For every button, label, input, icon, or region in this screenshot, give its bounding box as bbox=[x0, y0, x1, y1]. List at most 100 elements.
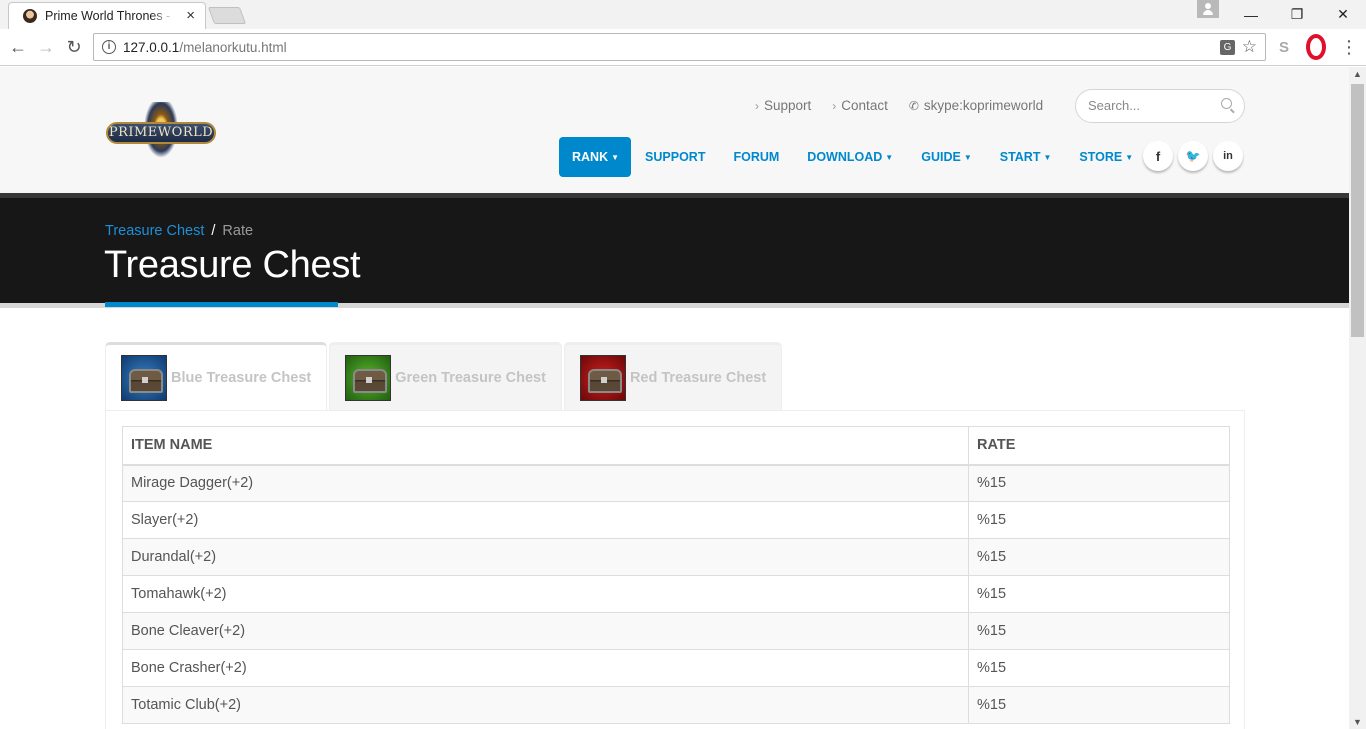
item-name-cell: Totamic Club(+2) bbox=[122, 686, 969, 724]
site-header: PRIMEWORLD › Support › Contact ✆ skype:kopr… bbox=[0, 67, 1349, 193]
chevron-right-icon: › bbox=[755, 99, 759, 113]
restore-button[interactable]: ❐ bbox=[1274, 0, 1320, 29]
forward-arrow-icon[interactable]: → bbox=[35, 36, 57, 58]
opera-extension-icon[interactable] bbox=[1306, 37, 1326, 57]
social-links: f 🐦 in bbox=[1143, 141, 1248, 171]
close-tab-icon[interactable]: × bbox=[186, 7, 195, 24]
item-name-cell: Durandal(+2) bbox=[122, 538, 969, 576]
rate-cell: %15 bbox=[968, 538, 1230, 576]
page-title: Treasure Chest bbox=[104, 244, 361, 286]
nav-item-store[interactable]: STORE ▼ bbox=[1065, 137, 1147, 177]
linkedin-icon[interactable]: in bbox=[1213, 141, 1243, 171]
chevron-right-icon: › bbox=[832, 99, 837, 113]
item-name-cell: Bone Crasher(+2) bbox=[122, 649, 969, 687]
breadcrumb: Treasure Chest / Rate bbox=[105, 223, 253, 239]
table-row: Bone Cleaver(+2) %15 bbox=[122, 612, 1230, 650]
tab-label: Green Treasure Chest bbox=[395, 370, 546, 386]
rate-cell: %15 bbox=[968, 686, 1230, 724]
minimize-button[interactable]: — bbox=[1228, 0, 1274, 29]
nav-item-support[interactable]: SUPPORT bbox=[631, 137, 719, 177]
nav-item-rank[interactable]: RANK ▼ bbox=[559, 137, 632, 177]
browser-tab[interactable]: Prime World Thrones - K × bbox=[8, 2, 206, 29]
site-info-icon[interactable]: i bbox=[102, 40, 116, 54]
search-box bbox=[1075, 89, 1245, 123]
phone-icon: ✆ bbox=[908, 99, 919, 113]
nav-item-forum[interactable]: FORUM bbox=[719, 137, 793, 177]
top-link-support[interactable]: › Support bbox=[755, 98, 811, 113]
rate-cell: %15 bbox=[968, 649, 1230, 687]
page-title-banner: Treasure Chest / Rate Treasure Chest bbox=[0, 193, 1349, 308]
item-name-cell: Tomahawk(+2) bbox=[122, 575, 969, 613]
tab-red-treasure-chest[interactable]: Red Treasure Chest bbox=[563, 342, 783, 411]
rate-cell: %15 bbox=[968, 575, 1230, 613]
green-chest-icon bbox=[345, 355, 392, 401]
table-row: Tomahawk(+2) %15 bbox=[122, 575, 1230, 613]
chest-tab-panel: ITEM NAME RATE Mirage Dagger(+2) %15 Sla… bbox=[105, 410, 1245, 729]
back-arrow-icon[interactable]: ← bbox=[7, 36, 29, 58]
table-row: Totamic Club(+2) %15 bbox=[122, 686, 1230, 724]
table-row: Bone Crasher(+2) %15 bbox=[122, 649, 1230, 687]
tab-label: Blue Treasure Chest bbox=[171, 370, 312, 386]
column-header-item-name: ITEM NAME bbox=[122, 426, 969, 466]
scroll-up-arrow-icon[interactable]: ▲ bbox=[1353, 69, 1362, 79]
chevron-down-icon: ▼ bbox=[1043, 152, 1052, 162]
rate-cell: %15 bbox=[968, 501, 1230, 539]
tab-blue-treasure-chest[interactable]: Blue Treasure Chest bbox=[105, 342, 328, 411]
site-favicon-icon bbox=[23, 9, 37, 23]
site-logo[interactable]: PRIMEWORLD bbox=[106, 102, 216, 158]
table-row: Mirage Dagger(+2) %15 bbox=[122, 464, 1230, 502]
tab-green-treasure-chest[interactable]: Green Treasure Chest bbox=[329, 342, 562, 411]
breadcrumb-current: Rate bbox=[222, 223, 254, 239]
breadcrumb-separator: / bbox=[211, 223, 216, 239]
logo-wordmark: PRIMEWORLD bbox=[106, 122, 216, 144]
scrollbar-thumb[interactable] bbox=[1351, 84, 1364, 337]
chevron-down-icon: ▼ bbox=[885, 152, 894, 162]
blue-chest-icon bbox=[121, 355, 167, 401]
tab-label: Red Treasure Chest bbox=[629, 370, 767, 386]
search-icon[interactable] bbox=[1221, 98, 1232, 109]
browser-toolbar: ← → ↻ i 127.0.0.1/melanorkutu.html G ☆ S… bbox=[0, 29, 1366, 66]
reload-icon[interactable]: ↻ bbox=[63, 36, 85, 58]
chevron-down-icon: ▼ bbox=[963, 152, 972, 162]
skype-extension-icon[interactable]: S bbox=[1274, 37, 1294, 57]
chest-tabs: Blue Treasure Chest Green Treasure Chest… bbox=[105, 342, 784, 411]
item-name-cell: Slayer(+2) bbox=[122, 501, 969, 539]
nav-item-guide[interactable]: GUIDE ▼ bbox=[907, 137, 986, 177]
browser-tab-strip: Prime World Thrones - K × — ❐ ✕ bbox=[0, 0, 1366, 29]
url-text[interactable]: 127.0.0.1/melanorkutu.html bbox=[123, 40, 287, 55]
translate-icon[interactable]: G bbox=[1220, 40, 1235, 55]
main-nav: RANK ▼ SUPPORT FORUM DOWNLOAD ▼ GUIDE ▼ STA… bbox=[559, 137, 1147, 177]
breadcrumb-link[interactable]: Treasure Chest bbox=[105, 223, 204, 239]
top-link-contact[interactable]: › Contact bbox=[832, 98, 888, 113]
chevron-down-icon: ▼ bbox=[611, 152, 620, 162]
table-header-row: ITEM NAME RATE bbox=[122, 426, 1230, 466]
page-scrollbar[interactable]: ▲ ▼ bbox=[1349, 67, 1366, 729]
address-bar[interactable]: i 127.0.0.1/melanorkutu.html G ☆ bbox=[93, 33, 1266, 61]
table-row: Slayer(+2) %15 bbox=[122, 501, 1230, 539]
new-tab-button[interactable] bbox=[207, 7, 247, 24]
nav-item-start[interactable]: START ▼ bbox=[986, 137, 1066, 177]
header-top-links: › Support › Contact ✆ skype:koprimeworld bbox=[755, 98, 1064, 113]
rate-cell: %15 bbox=[968, 612, 1230, 650]
scroll-down-arrow-icon[interactable]: ▼ bbox=[1353, 717, 1362, 727]
item-rate-table: ITEM NAME RATE Mirage Dagger(+2) %15 Sla… bbox=[122, 426, 1230, 724]
window-controls: — ❐ ✕ bbox=[1228, 0, 1366, 29]
profile-icon[interactable] bbox=[1197, 0, 1219, 18]
close-window-button[interactable]: ✕ bbox=[1320, 0, 1366, 29]
chevron-down-icon: ▼ bbox=[1125, 152, 1134, 162]
table-row: Durandal(+2) %15 bbox=[122, 538, 1230, 576]
top-link-skype[interactable]: ✆ skype:koprimeworld bbox=[909, 98, 1043, 113]
item-name-cell: Mirage Dagger(+2) bbox=[122, 464, 969, 502]
twitter-icon[interactable]: 🐦 bbox=[1178, 141, 1208, 171]
item-name-cell: Bone Cleaver(+2) bbox=[122, 612, 969, 650]
red-chest-icon bbox=[579, 355, 626, 401]
search-input[interactable] bbox=[1088, 98, 1213, 113]
browser-tab-title: Prime World Thrones - K bbox=[45, 9, 175, 23]
page-viewport: PRIMEWORLD › Support › Contact ✆ skype:kopr… bbox=[0, 67, 1349, 729]
browser-menu-icon[interactable]: ⋮ bbox=[1339, 37, 1359, 57]
title-underline bbox=[105, 302, 338, 307]
bookmark-star-icon[interactable]: ☆ bbox=[1242, 37, 1257, 57]
rate-cell: %15 bbox=[968, 464, 1230, 502]
facebook-icon[interactable]: f bbox=[1143, 141, 1173, 171]
nav-item-download[interactable]: DOWNLOAD ▼ bbox=[793, 137, 907, 177]
